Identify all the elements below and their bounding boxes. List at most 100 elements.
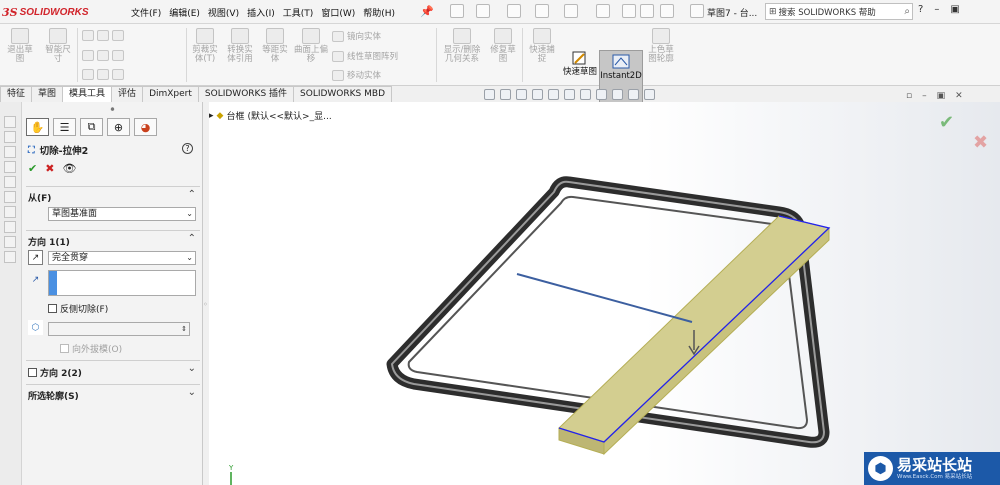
trim-entities-button[interactable]: 剪裁实体(T) bbox=[190, 28, 220, 64]
dimxpert-manager-tab[interactable]: ⊕ bbox=[107, 118, 130, 136]
zoom-to-area-icon[interactable] bbox=[500, 89, 511, 100]
tab-features[interactable]: 特征 bbox=[0, 86, 33, 102]
offset-entities-button[interactable]: 等距实体 bbox=[260, 28, 290, 64]
strip-tool-icon[interactable] bbox=[4, 206, 16, 218]
collapse-chevron-icon[interactable]: ⌃ bbox=[188, 233, 196, 244]
tab-evaluate[interactable]: 评估 bbox=[111, 86, 144, 102]
strip-tool-icon[interactable] bbox=[4, 251, 16, 263]
display-style-icon[interactable] bbox=[580, 89, 591, 100]
draft-outward-checkbox[interactable]: 向外拔模(O) bbox=[60, 342, 122, 355]
graphics-area[interactable]: ▸ ◆ 台框 (默认<<默认>_显... ✔ ✖ Y bbox=[209, 102, 1000, 485]
select-icon[interactable] bbox=[596, 4, 610, 18]
viewport-minimize-icon[interactable]: – bbox=[922, 91, 927, 101]
direction-selection-box[interactable] bbox=[48, 270, 196, 296]
strip-tool-icon[interactable] bbox=[4, 236, 16, 248]
command-tabs: 特征 草图 模具工具 评估 DimXpert SOLIDWORKS 插件 SOL… bbox=[0, 86, 392, 102]
menu-edit[interactable]: 编辑(E) bbox=[169, 6, 200, 19]
slot-tool-button[interactable] bbox=[82, 69, 124, 80]
previous-view-icon[interactable] bbox=[516, 89, 527, 100]
direction2-checkbox[interactable]: 方向 2(2) bbox=[28, 366, 82, 379]
feature-manager-tab[interactable]: ✋ bbox=[26, 118, 49, 136]
open-document-icon[interactable] bbox=[476, 4, 490, 18]
viewport-restore-icon[interactable]: ▣ bbox=[937, 91, 946, 101]
offset-on-surface-button[interactable]: 曲面上偏移 bbox=[294, 28, 328, 64]
view-orientation-icon[interactable] bbox=[564, 89, 575, 100]
strip-tool-icon[interactable] bbox=[4, 176, 16, 188]
strip-tool-icon[interactable] bbox=[4, 221, 16, 233]
strip-tool-icon[interactable] bbox=[4, 161, 16, 173]
strip-tool-icon[interactable] bbox=[4, 131, 16, 143]
tab-mbd[interactable]: SOLIDWORKS MBD bbox=[293, 86, 392, 102]
viewport-tile-icon[interactable]: ▫ bbox=[906, 91, 912, 101]
view-settings-icon[interactable] bbox=[644, 89, 655, 100]
strip-tool-icon[interactable] bbox=[4, 116, 16, 128]
line-tool-button[interactable] bbox=[82, 30, 124, 41]
help-question-icon[interactable]: ? bbox=[918, 4, 923, 15]
quick-snaps-button[interactable]: 快速捕捉 bbox=[526, 28, 558, 64]
help-icon[interactable]: ? bbox=[182, 143, 193, 154]
viewport-close-icon[interactable]: ✕ bbox=[955, 91, 963, 101]
rebuild-icon[interactable] bbox=[622, 4, 636, 18]
help-search-input[interactable]: ⊞ 搜索 SOLIDWORKS 帮助 ⌕ bbox=[765, 3, 913, 20]
end-condition-select[interactable]: 完全贯穿 ⌄ bbox=[48, 251, 196, 265]
hide-show-items-icon[interactable] bbox=[596, 89, 607, 100]
menu-help[interactable]: 帮助(H) bbox=[363, 6, 395, 19]
dynamic-annotation-icon[interactable] bbox=[548, 89, 559, 100]
print-icon[interactable] bbox=[535, 4, 549, 18]
menu-file[interactable]: 文件(F) bbox=[131, 6, 161, 19]
app-logo[interactable]: 3S SOLIDWORKS bbox=[2, 3, 89, 21]
app-name: SOLIDWORKS bbox=[19, 6, 89, 18]
strip-tool-icon[interactable] bbox=[4, 146, 16, 158]
move-entities-button[interactable]: 移动实体 bbox=[332, 69, 381, 81]
edit-appearance-icon[interactable] bbox=[612, 89, 623, 100]
search-icon[interactable]: ⌕ bbox=[904, 6, 910, 17]
new-document-icon[interactable] bbox=[450, 4, 464, 18]
tab-addins[interactable]: SOLIDWORKS 插件 bbox=[197, 86, 295, 102]
spinner-arrows-icon[interactable]: ⇕ bbox=[181, 323, 187, 335]
panel-grip[interactable]: ⦁ bbox=[22, 104, 203, 114]
from-select[interactable]: 草图基准面 ⌄ bbox=[48, 207, 196, 221]
arc-tool-button[interactable] bbox=[82, 50, 124, 61]
flip-side-to-cut-checkbox[interactable]: 反侧切除(F) bbox=[48, 302, 108, 315]
watermark-logo-icon: ⬢ bbox=[868, 456, 893, 481]
collapse-chevron-icon[interactable]: ⌃ bbox=[188, 189, 196, 200]
smart-dimension-button[interactable]: 智能尺寸 bbox=[42, 28, 74, 64]
zoom-to-fit-icon[interactable] bbox=[484, 89, 495, 100]
undo-icon[interactable] bbox=[564, 4, 578, 18]
exit-sketch-button[interactable]: 退出草图 bbox=[6, 28, 34, 64]
cancel-x-icon[interactable]: ✖ bbox=[45, 162, 54, 175]
shaded-sketch-contours-button[interactable]: 上色草图轮廓 bbox=[646, 28, 676, 64]
linear-pattern-button[interactable]: 线性草图阵列 bbox=[332, 50, 398, 62]
save-icon[interactable] bbox=[507, 4, 521, 18]
file-properties-icon[interactable] bbox=[640, 4, 654, 18]
menu-tools[interactable]: 工具(T) bbox=[283, 6, 314, 19]
anchor-icon[interactable] bbox=[690, 4, 704, 18]
pin-menu-icon[interactable]: 📌 bbox=[420, 5, 434, 18]
checkbox-box bbox=[60, 344, 69, 353]
strip-tool-icon[interactable] bbox=[4, 191, 16, 203]
draft-angle-spinner[interactable]: ⇕ bbox=[48, 322, 190, 336]
tab-mold-tools[interactable]: 模具工具 bbox=[62, 86, 113, 102]
apply-scene-icon[interactable] bbox=[628, 89, 639, 100]
section-view-icon[interactable] bbox=[532, 89, 543, 100]
tab-sketch[interactable]: 草图 bbox=[31, 86, 64, 102]
menu-window[interactable]: 窗口(W) bbox=[321, 6, 355, 19]
minimize-icon[interactable]: – bbox=[934, 4, 939, 15]
convert-entities-button[interactable]: 转换实体引用 bbox=[224, 28, 256, 64]
preview-eye-icon[interactable]: 👁 bbox=[62, 162, 76, 175]
options-gear-icon[interactable] bbox=[660, 4, 674, 18]
expand-chevron-icon[interactable]: ⌄ bbox=[188, 387, 196, 398]
mirror-entities-button[interactable]: 镜向实体 bbox=[332, 30, 381, 42]
reverse-direction-icon[interactable]: ↗ bbox=[28, 250, 43, 265]
tab-dimxpert[interactable]: DimXpert bbox=[142, 86, 199, 102]
menu-insert[interactable]: 插入(I) bbox=[247, 6, 275, 19]
display-manager-tab[interactable]: ◕ bbox=[134, 118, 157, 136]
ok-check-icon[interactable]: ✔ bbox=[28, 162, 37, 175]
repair-sketch-button[interactable]: 修复草图 bbox=[488, 28, 518, 64]
display-delete-relations-button[interactable]: 显示/删除几何关系 bbox=[440, 28, 484, 64]
menu-view[interactable]: 视图(V) bbox=[208, 6, 239, 19]
property-manager-tab[interactable]: ☰ bbox=[53, 118, 76, 136]
restore-icon[interactable]: ▣ bbox=[950, 4, 959, 15]
expand-chevron-icon[interactable]: ⌄ bbox=[188, 363, 196, 374]
configuration-manager-tab[interactable]: ⧉ bbox=[80, 118, 103, 136]
